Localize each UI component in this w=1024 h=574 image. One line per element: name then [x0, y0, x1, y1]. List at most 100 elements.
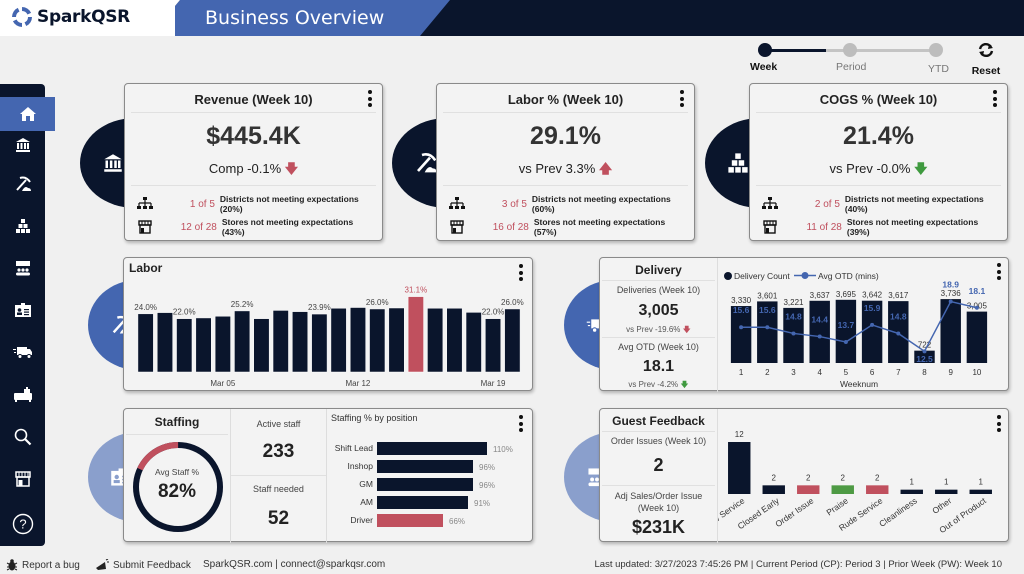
position-bar[interactable]	[377, 460, 473, 473]
search-icon	[14, 428, 31, 446]
kpi-value: 29.1%	[530, 122, 601, 150]
sidebar-item-delivery[interactable]	[0, 335, 45, 369]
labor-bar[interactable]	[369, 308, 386, 373]
stores-count: 16 of 28	[492, 221, 529, 233]
labor-bar-label: 26.0%	[501, 298, 524, 307]
position-bar[interactable]	[377, 442, 487, 455]
position-chart-title: Staffing % by position	[331, 413, 417, 423]
labor-bar[interactable]	[388, 307, 405, 373]
otd-point[interactable]	[974, 305, 979, 310]
position-bar[interactable]	[377, 514, 443, 527]
labor-bar[interactable]	[349, 307, 366, 373]
labor-bar[interactable]	[234, 310, 251, 373]
labor-bar-label: 22.0%	[173, 308, 196, 317]
kpi-more-options[interactable]	[368, 90, 372, 107]
delivery-bar[interactable]	[835, 299, 857, 363]
labor-bar[interactable]	[485, 318, 502, 373]
submit-feedback-link[interactable]: Submit Feedback	[95, 559, 191, 571]
feedback-bar[interactable]	[969, 489, 992, 494]
sidebar-item-catering[interactable]	[0, 377, 45, 411]
spark-logo-icon	[12, 7, 32, 27]
labor-bar[interactable]	[311, 313, 328, 373]
staff-needed-value: 52	[267, 508, 290, 529]
sidebar-item-help[interactable]: ?	[0, 507, 45, 541]
otd-label: 15.6	[759, 305, 776, 315]
feedback-bar[interactable]	[762, 485, 785, 494]
otd-point[interactable]	[843, 340, 848, 344]
sidebar-item-cogs[interactable]	[0, 209, 45, 243]
delivery-bar[interactable]	[966, 311, 988, 363]
sidebar-item-guest-feedback[interactable]	[0, 251, 45, 285]
kpi-value: $445.4K	[206, 122, 301, 150]
kpi-comparison: vs Prev 3.3% 🡅	[437, 160, 694, 182]
period-dot-ytd[interactable]	[929, 43, 943, 57]
catering-icon	[13, 387, 32, 402]
otd-point[interactable]	[922, 349, 927, 354]
feedback-bar[interactable]	[900, 489, 923, 494]
feedback-category: Order Issue	[773, 495, 815, 529]
reset-button[interactable]: Reset	[965, 42, 1007, 77]
feedback-bar[interactable]	[728, 442, 751, 494]
otd-point[interactable]	[791, 331, 796, 336]
labor-bar[interactable]	[465, 312, 482, 373]
sidebar-item-home[interactable]	[0, 97, 55, 131]
otd-value: 18.1	[642, 358, 675, 375]
period-option-ytd[interactable]: YTD	[928, 63, 949, 75]
sidebar-item-stores[interactable]	[0, 462, 45, 496]
period-dot-period[interactable]	[843, 43, 857, 57]
sidebar-item-search[interactable]	[0, 420, 45, 454]
otd-point[interactable]	[739, 325, 744, 330]
arrow-down-icon: 🡇	[914, 161, 928, 176]
labor-bar[interactable]	[292, 311, 309, 373]
labor-bar[interactable]	[214, 315, 231, 373]
home-icon	[19, 107, 36, 121]
otd-point[interactable]	[765, 325, 770, 330]
period-option-period[interactable]: Period	[836, 61, 866, 73]
labor-bar[interactable]	[137, 313, 154, 373]
otd-point[interactable]	[948, 299, 953, 304]
feedback-bar[interactable]	[831, 485, 854, 494]
delivery-bar-label: 3,637	[810, 291, 831, 300]
sidebar-item-revenue[interactable]	[0, 128, 45, 162]
brand-logo[interactable]: SparkQSR	[12, 7, 130, 27]
labor-bar[interactable]	[427, 307, 444, 373]
otd-label: 15.9	[864, 303, 881, 313]
labor-bar[interactable]	[195, 317, 212, 373]
labor-bar[interactable]	[446, 307, 463, 373]
brand-name: SparkQSR	[37, 7, 130, 27]
position-bar[interactable]	[377, 496, 468, 509]
contact-info[interactable]: SparkQSR.com | connect@sparkqsr.com	[203, 559, 385, 570]
kpi-more-options[interactable]	[680, 90, 684, 107]
labor-bar[interactable]	[407, 296, 424, 373]
otd-point[interactable]	[870, 322, 875, 327]
position-label: Inshop	[347, 461, 373, 471]
period-option-week[interactable]: Week	[750, 61, 777, 73]
labor-bar[interactable]	[330, 307, 347, 373]
delivery-bar[interactable]	[940, 299, 961, 363]
sidebar-item-labor[interactable]	[0, 167, 45, 201]
kpi-more-options[interactable]	[993, 90, 997, 107]
labor-bar[interactable]	[504, 308, 521, 373]
delivery-x-tick: 7	[896, 368, 901, 377]
position-bar[interactable]	[377, 478, 473, 491]
delivery-bar[interactable]	[809, 300, 830, 363]
labor-bar[interactable]	[156, 312, 173, 373]
otd-point[interactable]	[817, 334, 822, 339]
otd-point[interactable]	[896, 331, 901, 336]
feedback-bar[interactable]	[797, 485, 820, 494]
kpi-comparison: vs Prev -0.0% 🡇	[750, 160, 1007, 182]
districts-text: Districts not meeting expectations (40%)	[844, 194, 984, 214]
footer: Report a bug Submit Feedback SparkQSR.co…	[0, 556, 1024, 574]
staffing-title: Staffing	[154, 415, 200, 429]
feedback-bar[interactable]	[866, 485, 889, 494]
labor-bar[interactable]	[272, 310, 289, 373]
labor-bar[interactable]	[253, 318, 270, 373]
delivery-bar-label: 3,601	[757, 291, 778, 300]
report-bug-link[interactable]: Report a bug	[6, 559, 80, 571]
labor-bar[interactable]	[176, 318, 193, 373]
sidebar-item-staffing[interactable]	[0, 293, 45, 327]
staffing-by-position-chart: Staffing % by position Shift Lead 110% Insh…	[331, 413, 513, 527]
feedback-bar[interactable]	[935, 489, 958, 494]
period-dot-week[interactable]	[758, 43, 772, 57]
arrow-up-icon: 🡅	[598, 161, 613, 176]
